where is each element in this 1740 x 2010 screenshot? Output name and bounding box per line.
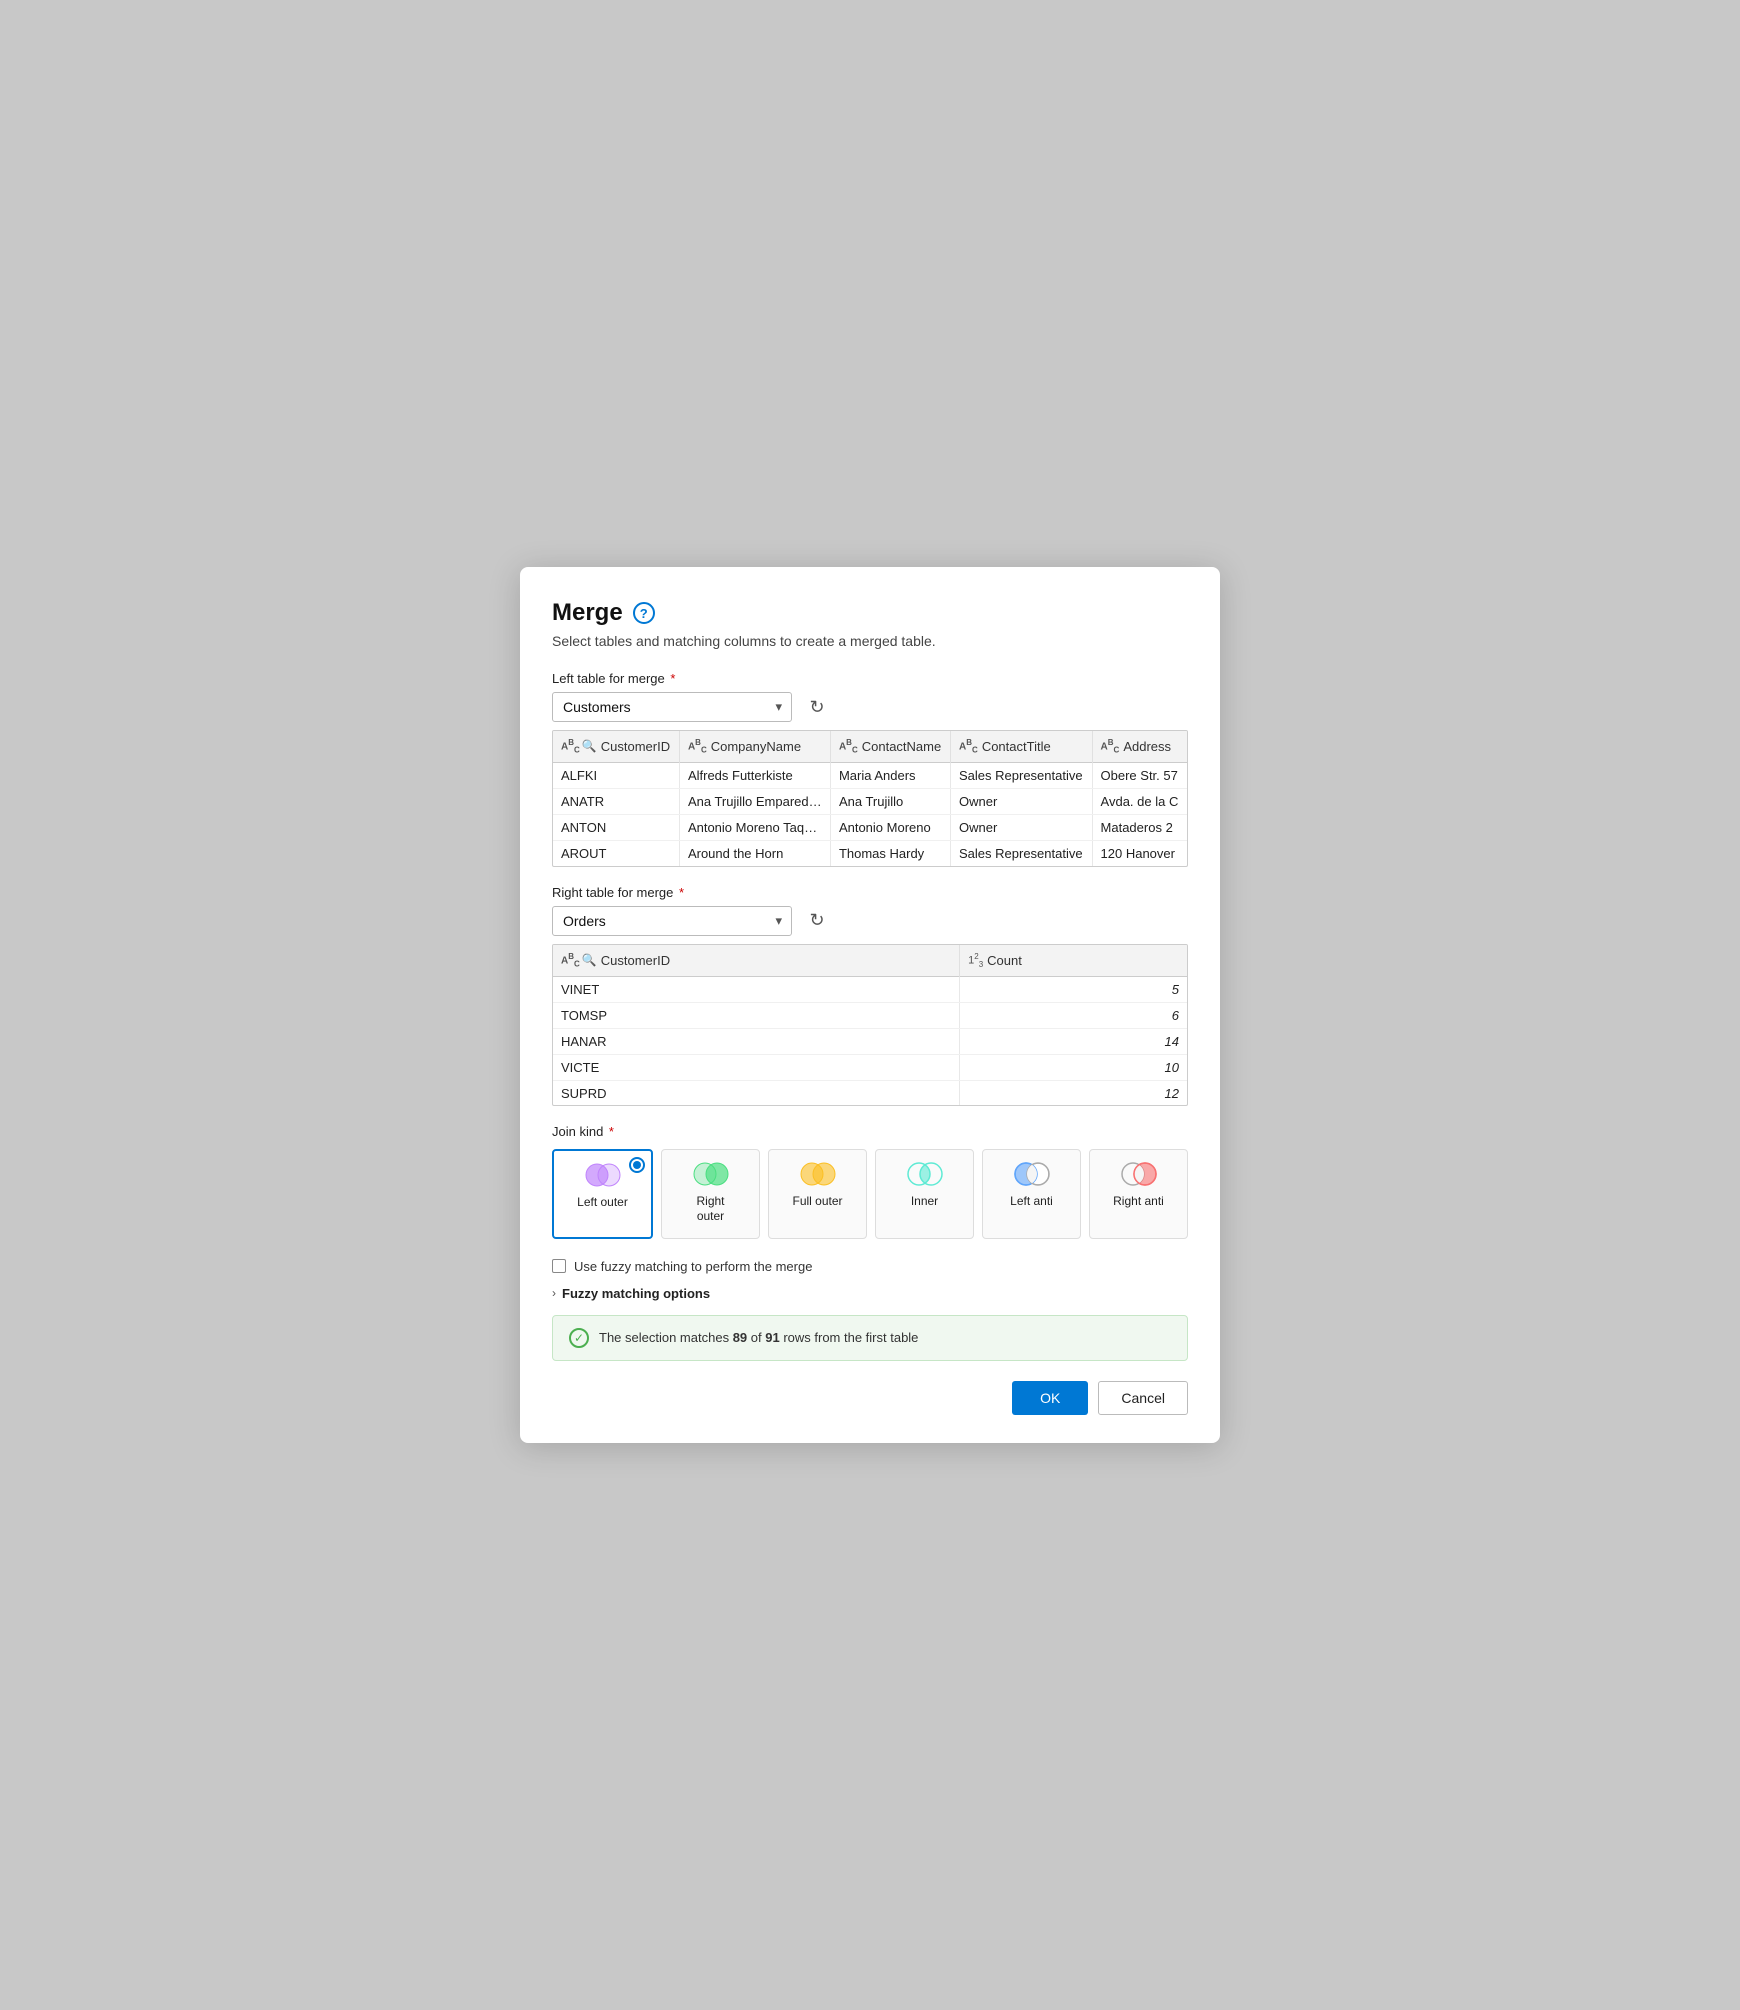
ok-button[interactable]: OK (1012, 1381, 1088, 1415)
left-col-contacttitle[interactable]: ABC ContactTitle (951, 731, 1093, 762)
match-text: The selection matches 89 of 91 rows from… (599, 1330, 918, 1345)
col-type-icon: ABC (1101, 738, 1120, 754)
fuzzy-matching-checkbox[interactable] (552, 1259, 566, 1273)
radio-left-outer (629, 1157, 645, 1173)
left-table-select-wrapper: Customers Orders Products (552, 692, 792, 722)
join-right-anti[interactable]: Right anti (1089, 1149, 1188, 1239)
dialog-title: Merge (552, 599, 623, 627)
right-table-scroll: ABC 🔍 CustomerID 123 Cou (553, 945, 1187, 1105)
table-row[interactable]: VICTE 10 (553, 1054, 1187, 1080)
col-type-icon: ABC (839, 738, 858, 754)
col-type-icon: 123 (968, 952, 983, 969)
left-col-address[interactable]: ABC Address (1092, 731, 1187, 762)
table-row[interactable]: ALFKI Alfreds Futterkiste Maria Anders S… (553, 762, 1187, 788)
table-row[interactable]: HANAR 14 (553, 1028, 1187, 1054)
right-table-container: ABC 🔍 CustomerID 123 Cou (552, 944, 1188, 1106)
right-table: ABC 🔍 CustomerID 123 Cou (553, 945, 1187, 1105)
right-table-select-row: Orders Customers Products ↻ (552, 906, 1188, 936)
table-row[interactable]: TOMSP 6 (553, 1002, 1187, 1028)
join-left-anti[interactable]: Left anti (982, 1149, 1081, 1239)
checkmark-icon: ✓ (569, 1328, 589, 1348)
join-full-outer[interactable]: Full outer (768, 1149, 867, 1239)
match-info-banner: ✓ The selection matches 89 of 91 rows fr… (552, 1315, 1188, 1361)
dialog-subtitle: Select tables and matching columns to cr… (552, 633, 1188, 649)
join-right-anti-label: Right anti (1113, 1194, 1164, 1210)
right-table-select[interactable]: Orders Customers Products (552, 906, 792, 936)
cell-address: Obere Str. 57 (1092, 762, 1187, 788)
fuzzy-expand-row[interactable]: › Fuzzy matching options (552, 1286, 1188, 1301)
col-type-icon: ABC (688, 738, 707, 754)
left-table-select[interactable]: Customers Orders Products (552, 692, 792, 722)
join-left-outer[interactable]: Left outer (552, 1149, 653, 1239)
fuzzy-expand-label: Fuzzy matching options (562, 1286, 710, 1301)
join-left-anti-label: Left anti (1010, 1194, 1053, 1210)
cell-companyname: Alfreds Futterkiste (679, 762, 830, 788)
join-kind-label: Join kind * (552, 1124, 1188, 1139)
fuzzy-matching-row: Use fuzzy matching to perform the merge (552, 1259, 1188, 1274)
left-col-contactname[interactable]: ABC ContactName (830, 731, 950, 762)
left-table-scroll: ABC 🔍 CustomerID ABC Com (553, 731, 1187, 865)
right-table-label: Right table for merge * (552, 885, 1188, 900)
right-table-refresh-button[interactable]: ↻ (802, 906, 832, 936)
table-row[interactable]: SUPRD 12 (553, 1080, 1187, 1105)
search-icon: 🔍 (582, 739, 597, 753)
chevron-right-icon: › (552, 1286, 556, 1300)
cell-customerid: ALFKI (553, 762, 679, 788)
venn-left-outer (581, 1161, 625, 1189)
join-right-outer-label: Rightouter (696, 1194, 724, 1225)
right-col-customerid[interactable]: ABC 🔍 CustomerID (553, 945, 960, 976)
left-table-container: ABC 🔍 CustomerID ABC Com (552, 730, 1188, 866)
left-col-companyname[interactable]: ABC CompanyName (679, 731, 830, 762)
table-row[interactable]: AROUT Around the Horn Thomas Hardy Sales… (553, 840, 1187, 866)
left-table: ABC 🔍 CustomerID ABC Com (553, 731, 1187, 865)
venn-right-anti (1117, 1160, 1161, 1188)
table-row[interactable]: VINET 5 (553, 976, 1187, 1002)
cell-contactname: Maria Anders (830, 762, 950, 788)
venn-left-anti (1010, 1160, 1054, 1188)
cell-contacttitle: Sales Representative (951, 762, 1093, 788)
left-table-refresh-button[interactable]: ↻ (802, 692, 832, 722)
right-col-count[interactable]: 123 Count (960, 945, 1187, 976)
join-full-outer-label: Full outer (792, 1194, 842, 1210)
col-type-icon: ABC 🔍 (561, 738, 597, 754)
col-type-icon: ABC 🔍 (561, 952, 597, 968)
left-table-label: Left table for merge * (552, 671, 1188, 686)
dialog-header: Merge ? (552, 599, 1188, 627)
left-col-customerid[interactable]: ABC 🔍 CustomerID (553, 731, 679, 762)
left-table-select-row: Customers Orders Products ↻ (552, 692, 1188, 722)
table-row[interactable]: ANTON Antonio Moreno Taquería Antonio Mo… (553, 814, 1187, 840)
join-inner[interactable]: Inner (875, 1149, 974, 1239)
col-type-icon: ABC (959, 738, 978, 754)
help-icon[interactable]: ? (633, 602, 655, 624)
merge-dialog: Merge ? Select tables and matching colum… (520, 567, 1220, 1442)
join-inner-label: Inner (911, 1194, 938, 1210)
cancel-button[interactable]: Cancel (1098, 1381, 1188, 1415)
search-icon: 🔍 (582, 953, 597, 967)
join-right-outer[interactable]: Rightouter (661, 1149, 760, 1239)
dialog-buttons: OK Cancel (552, 1381, 1188, 1415)
right-table-select-wrapper: Orders Customers Products (552, 906, 792, 936)
join-options: Left outer Rightouter Full outer (552, 1149, 1188, 1239)
left-table-header-row: ABC 🔍 CustomerID ABC Com (553, 731, 1187, 762)
venn-right-outer (689, 1160, 733, 1188)
fuzzy-matching-label: Use fuzzy matching to perform the merge (574, 1259, 812, 1274)
table-row[interactable]: ANATR Ana Trujillo Emparedados y helados… (553, 788, 1187, 814)
venn-inner (903, 1160, 947, 1188)
venn-full-outer (796, 1160, 840, 1188)
join-left-outer-label: Left outer (577, 1195, 628, 1211)
right-table-header-row: ABC 🔍 CustomerID 123 Cou (553, 945, 1187, 976)
